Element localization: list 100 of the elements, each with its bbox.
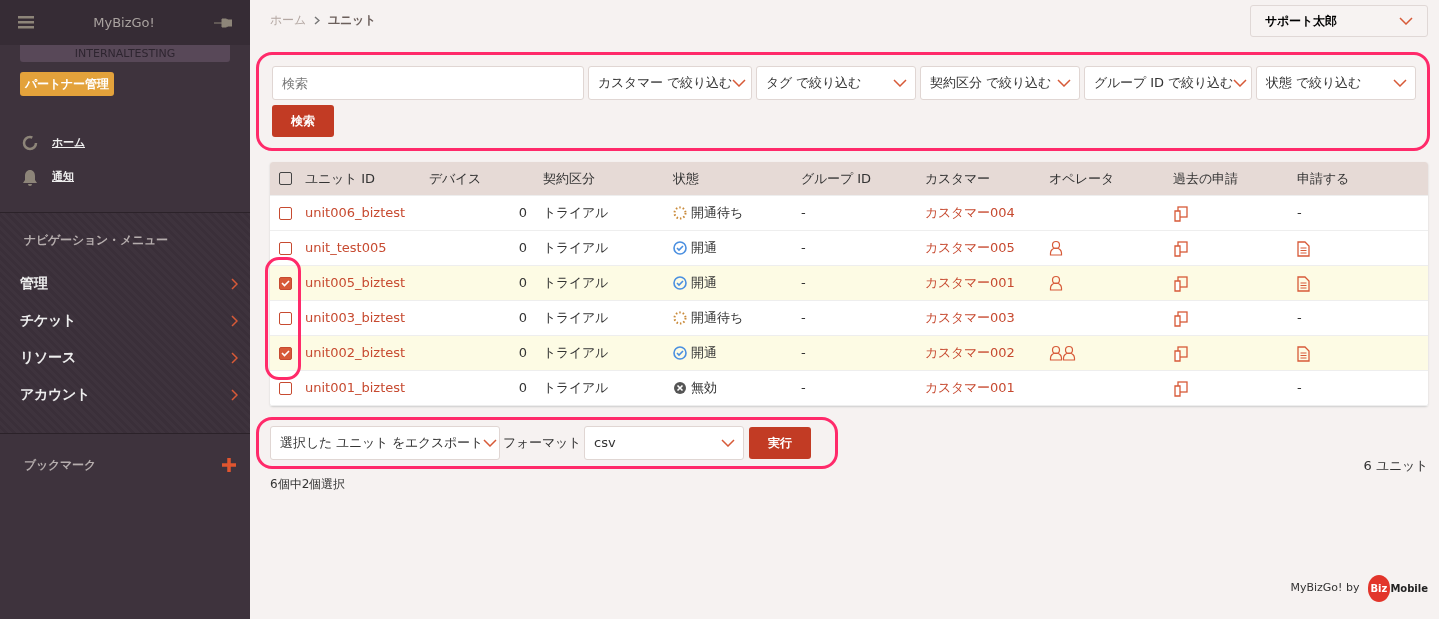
chevron-icon (231, 277, 238, 290)
nav-item[interactable]: チケット (0, 302, 250, 339)
row-checkbox[interactable] (279, 206, 292, 220)
unit-count: 6 ユニット (1363, 456, 1428, 475)
status-label: 無効 (691, 379, 717, 398)
chevron-icon (231, 388, 238, 401)
role-badge: パートナー管理 (20, 72, 114, 96)
dotted-circle-icon (673, 206, 687, 220)
copy-icon[interactable] (1173, 240, 1189, 257)
document-icon[interactable] (1297, 275, 1310, 292)
search-field[interactable]: 検索 (272, 66, 584, 100)
table-cell-text: 0 (518, 379, 528, 398)
customer-link[interactable]: カスタマー003 (925, 310, 1015, 326)
search-button[interactable]: 検索 (272, 105, 334, 137)
copy-icon[interactable] (1173, 205, 1189, 222)
table-cell-text: トライアル (543, 204, 609, 223)
nav-item[interactable]: リソース (0, 339, 250, 376)
status-label: 開通 (691, 344, 717, 363)
table-cell-text: トライアル (543, 379, 609, 398)
sidebar-link[interactable]: ホーム (0, 126, 250, 160)
row-checkbox[interactable] (279, 276, 292, 290)
unit-link[interactable]: unit003_biztest (305, 310, 406, 326)
customer-link[interactable]: カスタマー001 (925, 275, 1015, 291)
plus-icon[interactable] (222, 458, 236, 472)
caret-icon (1393, 79, 1407, 87)
unit-link[interactable]: unit002_biztest (305, 345, 406, 361)
customer-link[interactable]: カスタマー002 (925, 345, 1015, 361)
row-checkbox[interactable] (279, 346, 292, 360)
check-circle-icon (673, 276, 687, 290)
breadcrumb-current: ユニット (328, 12, 376, 29)
column-header: グループ ID (801, 169, 872, 188)
table-cell-text: 0 (518, 204, 528, 223)
check-circle-icon (673, 241, 687, 255)
export-dropdown[interactable]: 選択した ユニット をエクスポート (270, 426, 500, 460)
x-circle-icon (673, 381, 687, 395)
copy-icon[interactable] (1173, 380, 1189, 397)
table-cell-text: - (801, 379, 807, 398)
nav-item[interactable]: アカウント (0, 376, 250, 413)
row-checkbox[interactable] (279, 311, 292, 325)
filter-dropdown[interactable]: カスタマー で絞り込む (588, 66, 752, 100)
sidebar-link[interactable]: 通知 (0, 160, 250, 194)
table-cell-text: - (801, 239, 807, 258)
status-label: 開通待ち (691, 204, 743, 223)
copy-icon[interactable] (1173, 275, 1189, 292)
format-dropdown[interactable]: csv (584, 426, 744, 460)
chevron-icon (231, 351, 238, 364)
user-menu[interactable]: サポート太郎 (1250, 5, 1428, 37)
circle-icon (22, 135, 38, 151)
unit-link[interactable]: unit001_biztest (305, 380, 406, 396)
filter-dropdown[interactable]: 状態 で絞り込む (1256, 66, 1416, 100)
app-title: MyBizGo! (93, 13, 155, 32)
filter-dropdown[interactable]: グループ ID で絞り込む (1084, 66, 1252, 100)
filter-dropdown[interactable]: 契約区分 で絞り込む (920, 66, 1080, 100)
row-checkbox[interactable] (279, 241, 292, 255)
customer-link[interactable]: カスタマー004 (925, 205, 1015, 221)
customer-link[interactable]: カスタマー001 (925, 380, 1015, 396)
table-cell-text: 0 (518, 274, 528, 293)
nav-item[interactable]: 管理 (0, 265, 250, 302)
table-cell: - (1297, 205, 1302, 221)
check-circle-icon (673, 346, 687, 360)
customer-link[interactable]: カスタマー005 (925, 240, 1015, 256)
unit-link[interactable]: unit006_biztest (305, 205, 406, 221)
vendor-logo: Biz Mobile (1367, 575, 1428, 602)
table-cell-text: - (801, 274, 807, 293)
caret-icon (1057, 79, 1071, 87)
column-header: 過去の申請 (1173, 169, 1239, 188)
copy-icon[interactable] (1173, 310, 1189, 327)
select-all-checkbox[interactable] (279, 172, 292, 185)
section-heading: ナビゲーション・メニュー (23, 232, 169, 249)
row-checkbox[interactable] (279, 381, 292, 395)
status-label: 開通 (691, 274, 717, 293)
person-icon[interactable] (1049, 275, 1063, 291)
column-header: 契約区分 (543, 169, 596, 188)
table-cell-text: - (801, 309, 807, 328)
people-icon[interactable] (1049, 345, 1077, 361)
run-button[interactable]: 実行 (749, 427, 811, 459)
format-label: フォーマット (503, 434, 581, 453)
table-cell-text: - (801, 344, 807, 363)
column-header: 状態 (673, 169, 700, 188)
chevron-icon (314, 15, 320, 25)
status-label: 開通 (691, 239, 717, 258)
filter-dropdown[interactable]: タグ で絞り込む (756, 66, 916, 100)
unit-link[interactable]: unit005_biztest (305, 275, 406, 291)
table-cell-text: 0 (518, 309, 528, 328)
pin-icon[interactable] (214, 15, 232, 30)
table-cell: - (1297, 310, 1302, 326)
caret-icon (483, 439, 498, 447)
menu-icon[interactable] (18, 16, 34, 29)
person-icon[interactable] (1049, 240, 1063, 256)
column-header: オペレータ (1049, 169, 1115, 188)
copy-icon[interactable] (1173, 345, 1189, 362)
document-icon[interactable] (1297, 240, 1310, 257)
status-label: 開通待ち (691, 309, 743, 328)
unit-link[interactable]: unit_test005 (305, 240, 387, 256)
table-cell-text: 0 (518, 344, 528, 363)
table-cell-text: 0 (518, 239, 528, 258)
document-icon[interactable] (1297, 345, 1310, 362)
caret-icon (1233, 79, 1248, 87)
dotted-circle-icon (673, 311, 687, 325)
caret-icon (732, 79, 747, 87)
